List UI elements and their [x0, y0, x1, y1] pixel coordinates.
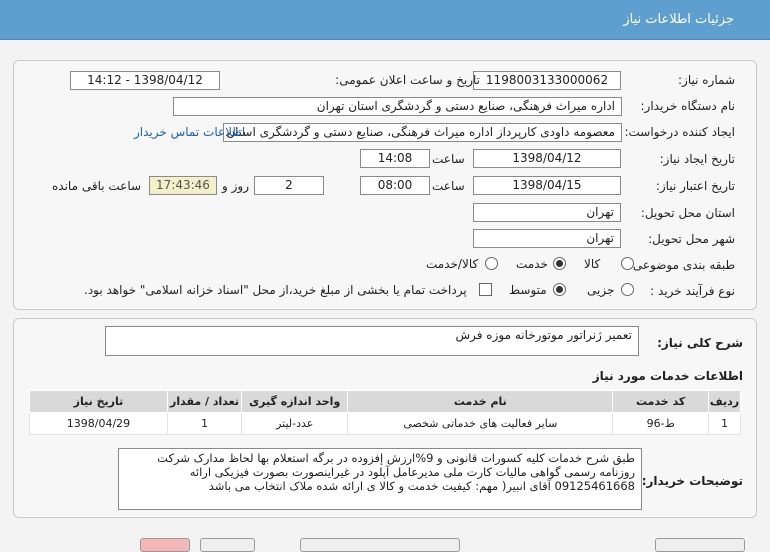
cell-name: سایر فعالیت های خدماتی شخصی: [347, 412, 614, 435]
col-date: تاریخ نیاز: [29, 390, 168, 413]
process-medium-radio[interactable]: [553, 283, 566, 296]
requester-field: معصومه داودی کارپرداز اداره میراث فرهنگی…: [223, 123, 622, 142]
category-goods-radio[interactable]: [621, 257, 634, 270]
process-minor-radio[interactable]: [621, 283, 634, 296]
process-medium-label: متوسط: [509, 283, 547, 297]
remaining-label: ساعت باقی مانده: [52, 179, 142, 193]
buyer-notes-line: 09125461668 آقای انبیر( مهم: کیفیت خدمت …: [208, 479, 635, 493]
services-table: تاریخ نیاز تعداد / مقدار واحد اندازه گیر…: [29, 390, 742, 435]
buyer-org-label: نام دستگاه خریدار:: [640, 99, 736, 113]
category-both-radio[interactable]: [485, 257, 498, 270]
validity-time-label: ساعت: [432, 179, 465, 193]
col-unit: واحد اندازه گیری: [241, 390, 349, 413]
days-label: روز و: [222, 179, 249, 193]
process-label: نوع فرآیند خرید :: [650, 284, 735, 298]
contact-buyer-link[interactable]: اطلاعات تماس خریدار: [134, 125, 245, 139]
cell-row: 1: [707, 412, 742, 435]
category-both-label: کالا/خدمت: [426, 257, 479, 271]
created-date-field: 1398/04/12: [473, 149, 621, 168]
col-row: ردیف: [707, 390, 742, 413]
category-service-radio[interactable]: [553, 257, 566, 270]
created-date-label: تاریخ ایجاد نیاز:: [659, 152, 735, 166]
summary-field: تعمیر ژنراتور موتورخانه موزه فرش: [105, 326, 639, 356]
category-service-label: خدمت: [516, 257, 548, 271]
need-number-field: 1198003133000062: [473, 71, 621, 90]
city-field: تهران: [473, 229, 621, 248]
category-label: طبقه بندی موضوعی:: [628, 258, 735, 272]
announce-label: تاریخ و ساعت اعلان عمومی:: [335, 73, 480, 87]
page-title: جزئیات اطلاعات نیاز: [623, 12, 734, 27]
cell-quantity: 1: [166, 412, 243, 435]
created-time-field: 14:08: [360, 149, 430, 168]
days-field: 2: [254, 176, 324, 195]
payment-note: پرداخت تمام یا بخشی از مبلغ خرید،از محل …: [84, 283, 467, 297]
bottom-button[interactable]: [300, 538, 460, 552]
services-header-row: تاریخ نیاز تعداد / مقدار واحد اندازه گیر…: [29, 390, 742, 413]
remaining-time-field: 17:43:46: [149, 176, 217, 195]
cell-code: ط-96: [612, 412, 709, 435]
created-time-label: ساعت: [432, 152, 465, 166]
validity-date-label: تاریخ اعتبار نیاز:: [655, 179, 735, 193]
bottom-button[interactable]: [140, 538, 190, 552]
cell-date: 1398/04/29: [29, 412, 168, 435]
table-row: 1398/04/29 1 عدد-لیتر سایر فعالیت های خد…: [29, 412, 742, 435]
requester-label: ایجاد کننده درخواست:: [624, 125, 735, 139]
bottom-button[interactable]: [200, 538, 255, 552]
city-label: شهر محل تحویل:: [648, 232, 735, 246]
province-label: استان محل تحویل:: [640, 206, 735, 220]
summary-label: شرح کلی نیاز:: [657, 336, 743, 350]
buyer-notes-label: توضیحات خریدار:: [641, 474, 743, 488]
bottom-button[interactable]: [655, 538, 745, 552]
services-heading: اطلاعات خدمات مورد نیاز: [592, 369, 743, 383]
validity-date-field: 1398/04/15: [473, 176, 621, 195]
need-number-label: شماره نیاز:: [678, 73, 735, 87]
announce-field: 1398/04/12 - 14:12: [70, 71, 220, 90]
payment-treasury-checkbox[interactable]: [479, 283, 492, 296]
col-name: نام خدمت: [347, 390, 614, 413]
province-field: تهران: [473, 203, 621, 222]
buyer-org-field: اداره میراث فرهنگی، صنایع دستی و گردشگری…: [173, 97, 622, 116]
validity-time-field: 08:00: [360, 176, 430, 195]
category-goods-label: کالا: [584, 257, 601, 271]
buyer-notes-line: روزنامه رسمی گواهی مالیات کارت ملی مدیرع…: [189, 465, 635, 479]
col-code: کد خدمت: [612, 390, 709, 413]
buyer-notes-field: طبق شرح خدمات کلیه کسورات قانونی و 9%ارز…: [118, 448, 642, 510]
cell-unit: عدد-لیتر: [241, 412, 349, 435]
buyer-notes-line: طبق شرح خدمات کلیه کسورات قانونی و 9%ارز…: [157, 451, 635, 465]
col-quantity: تعداد / مقدار: [166, 390, 243, 413]
process-minor-label: جزیی: [587, 283, 615, 297]
page-header: جزئیات اطلاعات نیاز: [0, 0, 770, 40]
